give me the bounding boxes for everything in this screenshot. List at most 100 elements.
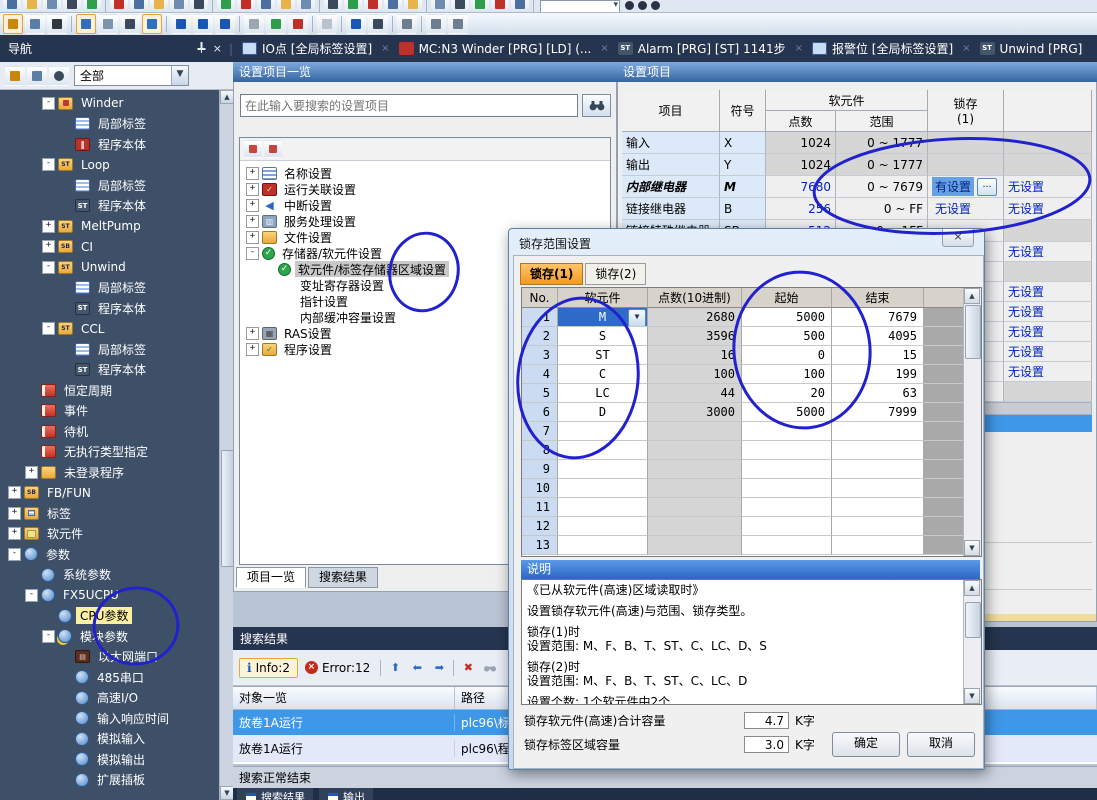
find-device-icon[interactable] — [120, 14, 140, 34]
cancel-button[interactable]: 取消 — [907, 732, 975, 757]
expand-icon[interactable]: + — [246, 343, 259, 356]
tab-输出[interactable]: 输出 — [319, 788, 373, 800]
print-icon[interactable] — [63, 0, 81, 13]
io-assign-icon[interactable] — [288, 14, 308, 34]
copy-icon[interactable] — [130, 0, 148, 13]
open-icon[interactable] — [23, 0, 41, 13]
document-tab[interactable]: 报警位 [全局标签设置] — [803, 35, 962, 62]
sidebar-item-未登录程序[interactable]: +未登录程序 — [0, 462, 219, 483]
sidebar-item-局部标签[interactable]: +局部标签 — [0, 278, 219, 299]
device-cell[interactable] — [558, 422, 648, 441]
latch2-cell[interactable] — [1004, 132, 1092, 154]
device-cell[interactable] — [558, 441, 648, 460]
sidebar-item-高速I/O[interactable]: +高速I/O — [0, 688, 219, 709]
latch-table-row[interactable]: 7 — [522, 422, 981, 441]
device-b-icon[interactable] — [277, 0, 295, 13]
end-cell[interactable] — [832, 517, 924, 536]
scroll-thumb[interactable] — [965, 602, 981, 638]
latch2-cell[interactable] — [1004, 154, 1092, 176]
device-cell[interactable] — [558, 517, 648, 536]
document-tab[interactable]: MC:N3 Winder [PRG] [LD] (... — [390, 35, 601, 62]
start-cell[interactable]: 0 — [742, 346, 832, 365]
scroll-down-icon[interactable]: ▼ — [220, 786, 234, 800]
latch-table-row[interactable]: 9 — [522, 460, 981, 479]
latch1-cell[interactable]: 无设置 — [928, 198, 1004, 220]
doc-window-icon[interactable] — [142, 14, 162, 34]
end-cell[interactable] — [832, 498, 924, 517]
expand-icon[interactable]: + — [246, 231, 259, 244]
latch-table-row[interactable]: 8 — [522, 441, 981, 460]
list-icon[interactable] — [471, 0, 489, 13]
end-cell[interactable] — [832, 536, 924, 555]
save-icon[interactable] — [43, 0, 61, 13]
sidebar-item-无执行类型指定[interactable]: +无执行类型指定 — [0, 442, 219, 463]
edit-label-icon[interactable] — [266, 14, 286, 34]
scroll-up-icon[interactable]: ▲ — [964, 288, 980, 304]
latch1-cell[interactable] — [928, 154, 1004, 176]
cut-icon[interactable] — [110, 0, 128, 13]
verify-icon[interactable] — [344, 0, 362, 13]
latch2-cell[interactable]: 无设置 — [1004, 176, 1092, 198]
sidebar-item-待机[interactable]: +待机 — [0, 421, 219, 442]
rotate-icon[interactable] — [426, 14, 446, 34]
sidebar-item-CI[interactable]: +CI — [0, 237, 219, 258]
start-cell[interactable] — [742, 479, 832, 498]
dev-eye-icon[interactable] — [346, 14, 366, 34]
search-scope-icon[interactable] — [368, 14, 388, 34]
latch-table-row[interactable]: 2S35965004095 — [522, 327, 981, 346]
settings-search-input[interactable] — [240, 94, 578, 117]
latch1-value[interactable]: 无设置 — [932, 199, 974, 218]
window-icon[interactable] — [511, 0, 529, 13]
latch-table-scrollbar[interactable]: ▲ ▼ — [963, 288, 981, 556]
doc-view-icon[interactable] — [76, 14, 96, 34]
latch-table-row[interactable]: 4C100100199 — [522, 365, 981, 384]
settings-tree-item[interactable]: +名称设置 — [240, 165, 610, 181]
chevron-down-icon[interactable]: ▼ — [171, 66, 188, 85]
settings-tree-item[interactable]: +中断设置 — [240, 197, 610, 213]
error-filter-button[interactable]: × Error:12 — [298, 659, 377, 677]
scroll-thumb[interactable] — [965, 305, 981, 359]
device-cell[interactable]: M▼ — [558, 308, 648, 327]
tree-collapse-icon[interactable] — [27, 66, 47, 86]
device-cell[interactable]: LC — [558, 384, 648, 403]
start-cell[interactable]: 100 — [742, 365, 832, 384]
undo-icon[interactable] — [170, 0, 188, 13]
expand-icon[interactable]: + — [246, 167, 259, 180]
scroll-up-icon[interactable]: ▲ — [964, 580, 980, 596]
sidebar-item-Loop[interactable]: -Loop — [0, 155, 219, 176]
latch2-cell[interactable]: 无设置 — [1004, 198, 1092, 220]
expand-icon[interactable]: + — [8, 527, 21, 540]
sidebar-item-扩展插板[interactable]: +扩展插板 — [0, 770, 219, 791]
sidebar-item-事件[interactable]: +事件 — [0, 401, 219, 422]
settings-tree-item[interactable]: +运行关联设置 — [240, 181, 610, 197]
sidebar-item-Winder[interactable]: -Winder — [0, 93, 219, 114]
device-cell[interactable]: C — [558, 365, 648, 384]
toolbar-combo-box[interactable] — [540, 0, 620, 13]
search-again-icon[interactable] — [480, 659, 500, 677]
monitor-icon[interactable] — [237, 0, 255, 13]
collapse-icon[interactable]: - — [25, 589, 38, 602]
sidebar-item-程序本体[interactable]: +程序本体 — [0, 134, 219, 155]
latch-table-row[interactable]: 6D300050007999 — [522, 403, 981, 422]
ellipsis-button[interactable]: … — [977, 178, 997, 196]
table-row[interactable]: 输出Y10240 ~ 1777 — [622, 154, 1093, 176]
latch2-cell[interactable]: 无设置 — [1004, 242, 1092, 262]
latch2-cell[interactable] — [1004, 220, 1092, 242]
module-chip-icon[interactable] — [47, 14, 67, 34]
start-cell[interactable] — [742, 498, 832, 517]
sidebar-item-FX5UCPU[interactable]: -FX5UCPU — [0, 585, 219, 606]
expand-icon[interactable]: + — [246, 327, 259, 340]
latch2-cell[interactable]: 无设置 — [1004, 282, 1092, 302]
sidebar-item-模拟输入[interactable]: +模拟输入 — [0, 729, 219, 750]
table-row[interactable]: 内部继电器M76800 ~ 7679有设置…无设置 — [622, 176, 1093, 198]
device-a-icon[interactable] — [257, 0, 275, 13]
latch2-cell[interactable] — [1004, 382, 1092, 402]
latch-table-row[interactable]: 1M▼268050007679 — [522, 308, 981, 327]
latch2-value[interactable]: 无设置 — [1008, 363, 1044, 380]
device-cell[interactable]: ST — [558, 346, 648, 365]
reset-icon[interactable] — [431, 0, 449, 13]
latch2-value[interactable]: 无设置 — [1008, 303, 1044, 320]
stop-icon[interactable] — [404, 0, 422, 13]
latch2-value[interactable]: 无设置 — [1008, 200, 1044, 217]
table-row[interactable]: 输入X10240 ~ 1777 — [622, 132, 1093, 154]
